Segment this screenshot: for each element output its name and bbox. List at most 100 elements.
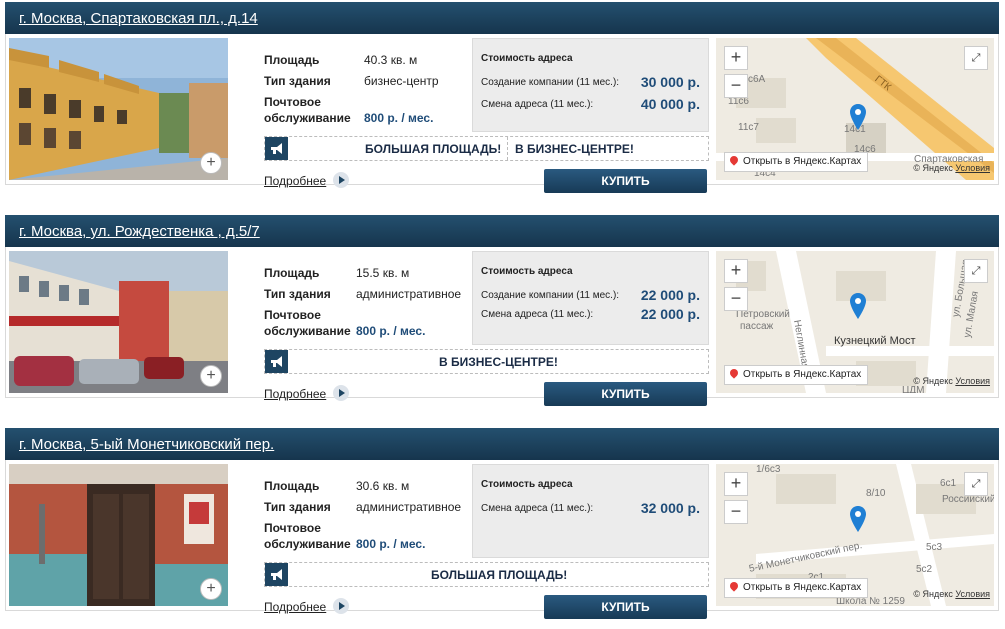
address-link[interactable]: г. Москва, 5-ый Монетчиковский пер.: [19, 436, 274, 453]
open-maps-label: Открыть в Яндекс.Картах: [743, 582, 862, 593]
expand-map-icon[interactable]: ⤢: [964, 46, 988, 70]
open-yandex-maps-button[interactable]: Открыть в Яндекс.Картах: [724, 152, 869, 172]
area-row: Площадь 15.5 кв. м: [264, 266, 409, 280]
area-value: 40.3 кв. м: [364, 53, 418, 67]
location-pin-icon[interactable]: [850, 293, 866, 319]
area-label: Площадь: [264, 479, 320, 493]
play-icon[interactable]: [333, 598, 349, 614]
building-type-value: бизнес-центр: [364, 74, 439, 88]
map-copyright: © Яндекс Условия: [913, 376, 990, 386]
map-marker-icon: [728, 367, 740, 379]
postal-value: 800 р. / мес.: [356, 537, 426, 551]
play-icon[interactable]: [333, 172, 349, 188]
price-value-change: 32 000 р.: [640, 500, 700, 516]
terms-link[interactable]: Условия: [955, 163, 990, 173]
price-label-create: Создание компании (11 мес.):: [481, 290, 620, 301]
listing-body: + Площадь 40.3 кв. м Тип здания бизнес-ц…: [5, 34, 999, 193]
copyright-text: © Яндекс: [913, 163, 953, 173]
location-pin-icon[interactable]: [850, 104, 866, 130]
map-label: 1/6с3: [756, 464, 781, 475]
zoom-out-button[interactable]: −: [724, 74, 748, 98]
feature-badges: БОЛЬШАЯ ПЛОЩАДЬ! В БИЗНЕС-ЦЕНТРЕ!: [264, 136, 709, 161]
buy-button[interactable]: КУПИТЬ: [544, 169, 707, 193]
open-maps-label: Открыть в Яндекс.Картах: [743, 369, 862, 380]
buy-button[interactable]: КУПИТЬ: [544, 595, 707, 619]
price-value-change: 22 000 р.: [640, 306, 700, 322]
building-type-label: Тип здания: [264, 74, 331, 88]
copyright-text: © Яндекс: [913, 376, 953, 386]
listing-body: + Площадь 15.5 кв. м Тип здания админист…: [5, 247, 999, 406]
building-photo[interactable]: +: [9, 464, 228, 606]
building-type-value: административное: [356, 500, 462, 514]
megaphone-icon: [265, 137, 288, 160]
zoom-in-button[interactable]: +: [724, 259, 748, 283]
postal-label: Почтовое: [264, 521, 321, 535]
building-type-row: Тип здания административное: [264, 500, 461, 514]
details-link[interactable]: Подробнее: [264, 387, 326, 401]
area-value: 15.5 кв. м: [356, 266, 410, 280]
postal-value: 800 р. / мес.: [364, 111, 434, 125]
building-photo[interactable]: +: [9, 38, 228, 180]
open-yandex-maps-button[interactable]: Открыть в Яндекс.Картах: [724, 578, 869, 598]
postal-value: 800 р. / мес.: [356, 324, 426, 338]
badge-big-area: БОЛЬШАЯ ПЛОЩАДЬ!: [365, 142, 502, 156]
postal-label-2: обслуживание: [264, 537, 351, 551]
badge-big-area: БОЛЬШАЯ ПЛОЩАДЬ!: [431, 568, 568, 582]
add-photo-icon[interactable]: +: [200, 365, 222, 387]
details-link[interactable]: Подробнее: [264, 600, 326, 614]
zoom-in-button[interactable]: +: [724, 472, 748, 496]
map-copyright: © Яндекс Условия: [913, 589, 990, 599]
map-widget[interactable]: Петровский пассаж Неглинная Кузнецкий Мо…: [716, 251, 994, 393]
price-value-create: 30 000 р.: [640, 74, 700, 90]
building-type-row: Тип здания бизнес-центр: [264, 74, 439, 88]
postal-label: Почтовое: [264, 308, 321, 322]
megaphone-icon: [265, 563, 288, 586]
area-value: 30.6 кв. м: [356, 479, 410, 493]
map-label: 11с7: [738, 122, 759, 133]
zoom-out-button[interactable]: −: [724, 500, 748, 524]
zoom-out-button[interactable]: −: [724, 287, 748, 311]
postal-row: Почтовое обслуживание 800 р. / мес.: [264, 308, 425, 338]
listing-header: г. Москва, Спартаковская пл., д.14: [5, 2, 999, 34]
map-marker-icon: [728, 154, 740, 166]
details-link[interactable]: Подробнее: [264, 174, 326, 188]
building-type-label: Тип здания: [264, 287, 331, 301]
area-row: Площадь 30.6 кв. м: [264, 479, 409, 493]
building-type-value: административное: [356, 287, 462, 301]
listing-header: г. Москва, 5-ый Монетчиковский пер.: [5, 428, 999, 460]
open-yandex-maps-button[interactable]: Открыть в Яндекс.Картах: [724, 365, 869, 385]
price-label-change: Смена адреса (11 мес.):: [481, 503, 594, 514]
play-icon[interactable]: [333, 385, 349, 401]
postal-label-2: обслуживание: [264, 324, 351, 338]
buy-button[interactable]: КУПИТЬ: [544, 382, 707, 406]
add-photo-icon[interactable]: +: [200, 152, 222, 174]
postal-label-2: обслуживание: [264, 111, 351, 125]
expand-map-icon[interactable]: ⤢: [964, 472, 988, 496]
terms-link[interactable]: Условия: [955, 376, 990, 386]
map-label: 5с3: [926, 542, 943, 553]
map-widget[interactable]: 1/6с3 6с1 Российский 8/10 5-й Монетчиков…: [716, 464, 994, 606]
map-label: пассаж: [740, 321, 774, 332]
map-widget[interactable]: с6А 11с6 11с7 14с1 14с6 ГТК Спартаковска…: [716, 38, 994, 180]
map-label: ЦДМ: [902, 385, 925, 393]
building-type-row: Тип здания административное: [264, 287, 461, 301]
map-label: 5с2: [916, 564, 933, 575]
badge-divider: [507, 137, 509, 160]
terms-link[interactable]: Условия: [955, 589, 990, 599]
megaphone-icon: [265, 350, 288, 373]
expand-map-icon[interactable]: ⤢: [964, 259, 988, 283]
postal-row: Почтовое обслуживание 800 р. / мес.: [264, 521, 425, 551]
address-link[interactable]: г. Москва, Спартаковская пл., д.14: [19, 10, 258, 27]
price-value-change: 40 000 р.: [640, 96, 700, 112]
map-copyright: © Яндекс Условия: [913, 163, 990, 173]
price-title: Стоимость адреса: [481, 479, 573, 490]
zoom-in-button[interactable]: +: [724, 46, 748, 70]
building-photo[interactable]: +: [9, 251, 228, 393]
price-label-change: Смена адреса (11 мес.):: [481, 309, 594, 320]
price-label-create: Создание компании (11 мес.):: [481, 77, 620, 88]
price-value-create: 22 000 р.: [640, 287, 700, 303]
address-link[interactable]: г. Москва, ул. Рождественка , д.5/7: [19, 223, 260, 240]
price-title: Стоимость адреса: [481, 266, 573, 277]
location-pin-icon[interactable]: [850, 506, 866, 532]
add-photo-icon[interactable]: +: [200, 578, 222, 600]
